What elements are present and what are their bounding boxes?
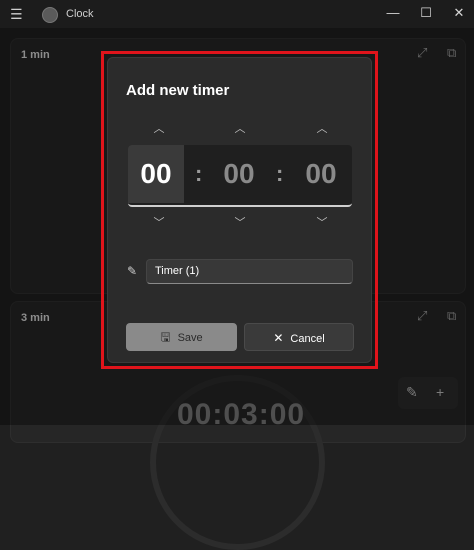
- title-bar: ☰ Clock — ☐ ✕: [0, 0, 474, 28]
- hours-down-icon[interactable]: ﹀: [153, 214, 165, 230]
- rename-icon: ✎: [127, 264, 138, 278]
- hamburger-icon[interactable]: ☰: [10, 0, 23, 28]
- hours-field[interactable]: 00: [128, 145, 184, 203]
- save-button[interactable]: 🖫 Save: [126, 323, 237, 351]
- minutes-down-icon[interactable]: ﹀: [234, 214, 246, 230]
- minimize-button[interactable]: —: [378, 0, 408, 28]
- seconds-up-icon[interactable]: ︿: [316, 120, 328, 136]
- save-label: Save: [177, 332, 203, 344]
- cancel-button[interactable]: ✕ Cancel: [244, 323, 354, 351]
- app-title: Clock: [66, 8, 94, 20]
- minutes-up-icon[interactable]: ︿: [234, 120, 246, 136]
- save-icon: 🖫: [160, 330, 171, 344]
- seconds-down-icon[interactable]: ﹀: [316, 214, 328, 230]
- add-timer-dialog: Add new timer ︿ ︿ ︿ 00 : 00 : 00 ﹀ ﹀ ﹀ ✎…: [107, 57, 372, 363]
- maximize-button[interactable]: ☐: [411, 0, 441, 28]
- seconds-field[interactable]: 00: [293, 145, 349, 203]
- cancel-label: Cancel: [290, 333, 325, 345]
- minutes-field[interactable]: 00: [211, 145, 267, 203]
- timer-name-input[interactable]: Timer (1): [146, 259, 353, 284]
- dialog-title: Add new timer: [126, 82, 230, 99]
- clock-app-icon: [42, 7, 58, 23]
- close-icon: ✕: [273, 331, 284, 345]
- time-picker[interactable]: 00 : 00 : 00: [128, 145, 352, 207]
- hours-up-icon[interactable]: ︿: [153, 120, 165, 136]
- time-separator: :: [195, 161, 203, 186]
- close-button[interactable]: ✕: [444, 0, 474, 28]
- time-separator: :: [276, 161, 284, 186]
